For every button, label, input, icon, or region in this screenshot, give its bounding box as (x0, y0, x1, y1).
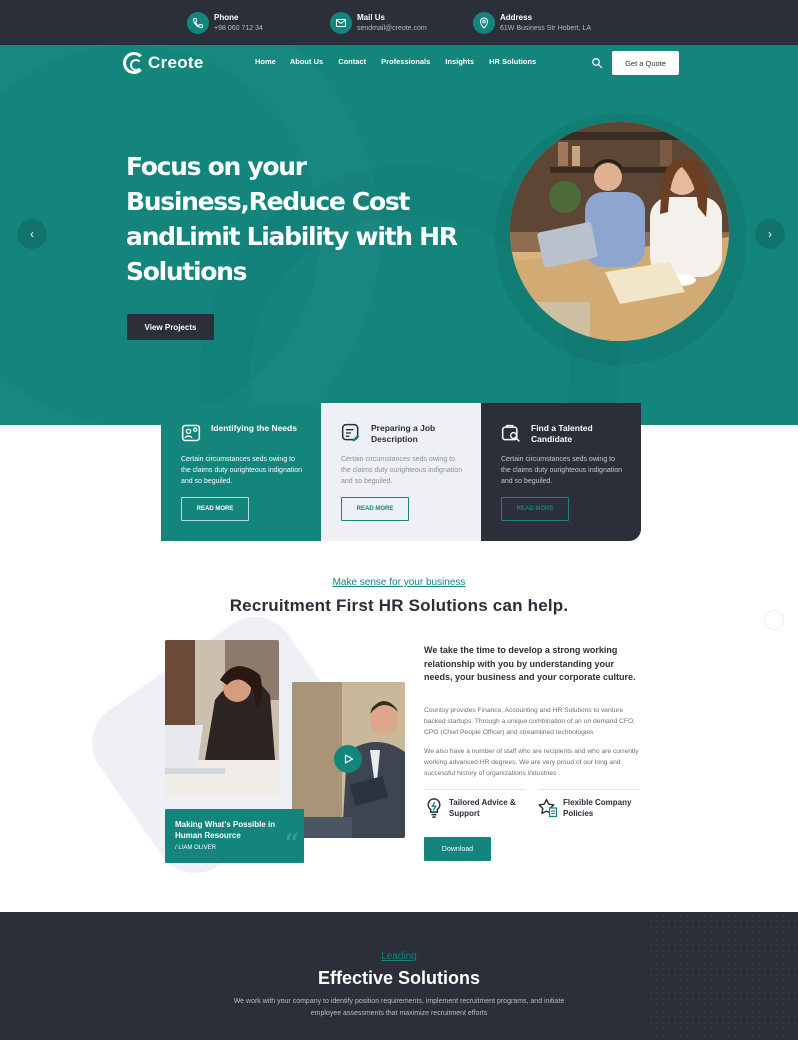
job-description-icon (341, 423, 360, 442)
phone-info[interactable]: Phone +98 060 712 34 (187, 11, 263, 35)
main-nav: Home About Us Contact Professionals Insi… (255, 57, 551, 66)
card-title: Find a Talented Candidate (531, 423, 593, 444)
mail-value: sendmail@creote.com (357, 25, 427, 32)
hero-photo (510, 122, 729, 341)
feature-flexible-policies: Flexible Company Policies (538, 797, 646, 819)
about-paragraph-2: We also have a number of staff who are r… (424, 748, 639, 777)
play-icon (344, 754, 354, 764)
read-more-button[interactable]: READ MORE (181, 497, 249, 521)
feature-label: Tailored Advice & Support (449, 798, 516, 818)
view-projects-button[interactable]: View Projects (127, 314, 214, 340)
get-quote-button[interactable]: Get a Quote (612, 51, 679, 75)
solutions-subtitle[interactable]: Leading (0, 951, 798, 962)
logo-text: Creote (148, 53, 204, 72)
card-find-candidate[interactable]: Find a Talented Candidate Certain circum… (481, 403, 641, 541)
star-document-icon (538, 798, 558, 818)
testimonial-card: Making What's Possible in Human Resource… (165, 809, 304, 863)
page: Phone +98 060 712 34 Mail Us sendmail@cr… (0, 0, 798, 1040)
logo-mark-icon (123, 52, 145, 74)
section-subtitle[interactable]: Make sense for your business (0, 577, 798, 588)
section-title: Recruitment First HR Solutions can help. (229, 596, 569, 615)
divider (424, 789, 526, 790)
solutions-section: Leading Effective Solutions We work with… (0, 912, 798, 1040)
mail-label: Mail Us (357, 13, 386, 22)
mail-icon (330, 12, 352, 34)
about-paragraph-1: Countsy provides Finance, Accounting and… (424, 707, 636, 736)
slider-next-button[interactable]: › (755, 219, 785, 249)
about-lead-text: We take the time to develop a strong wor… (424, 645, 636, 682)
card-description: Certain circumstances seds owing to the … (341, 456, 463, 485)
nav-home[interactable]: Home (255, 57, 276, 66)
candidate-search-icon (501, 424, 520, 442)
slider-prev-button[interactable]: ‹ (17, 219, 47, 249)
card-title: Preparing a Job Description (371, 423, 436, 444)
feature-label: Flexible Company Policies (563, 798, 632, 818)
play-video-button[interactable] (334, 745, 362, 773)
testimonial-title: Making What's Possible in Human Resource (175, 820, 276, 840)
logo[interactable]: Creote (123, 52, 204, 74)
solutions-title: Effective Solutions (317, 968, 481, 988)
nav-hr-solutions[interactable]: HR Solutions (489, 57, 536, 66)
read-more-button[interactable]: READ MORE (341, 497, 409, 521)
nav-insights[interactable]: Insights (445, 57, 474, 66)
card-description: Certain circumstances seds owing to the … (181, 456, 303, 485)
chevron-right-icon: › (768, 227, 772, 241)
phone-icon (187, 12, 209, 34)
chevron-left-icon: ‹ (30, 227, 34, 241)
nav-contact[interactable]: Contact (338, 57, 366, 66)
mail-info[interactable]: Mail Us sendmail@creote.com (330, 11, 427, 35)
nav-professionals[interactable]: Professionals (381, 57, 430, 66)
woman-laptop-illustration (165, 640, 279, 796)
address-info[interactable]: Address 61W Business Str Hobert, LA (473, 11, 591, 35)
top-info-bar: Phone +98 060 712 34 Mail Us sendmail@cr… (0, 0, 798, 45)
address-label: Address (500, 13, 533, 22)
hero-section: Creote Home About Us Contact Professiona… (0, 45, 798, 425)
search-icon[interactable] (591, 57, 603, 69)
download-button[interactable]: Download (424, 837, 491, 861)
quote-mark-icon: “ (283, 828, 299, 863)
phone-label: Phone (214, 13, 239, 22)
woman-laptop-photo (165, 640, 279, 796)
card-identifying-needs[interactable]: Identifying the Needs Certain circumstan… (161, 403, 321, 541)
card-job-description[interactable]: Preparing a Job Description Certain circ… (321, 403, 481, 541)
scroll-indicator[interactable] (764, 610, 784, 630)
feature-tailored-advice: Tailored Advice & Support (424, 797, 532, 819)
read-more-button[interactable]: READ MORE (501, 497, 569, 521)
lightbulb-icon (427, 798, 441, 818)
phone-value: +98 060 712 34 (214, 25, 263, 32)
location-pin-icon (473, 12, 495, 34)
office-meeting-illustration (510, 122, 729, 341)
card-title: Identifying the Needs (211, 423, 297, 433)
solutions-description: We work with your company to identify po… (233, 998, 565, 1017)
testimonial-author: / LIAM OLIVER (175, 845, 217, 851)
hero-headline: Focus on your Business,Reduce Cost andLi… (126, 152, 458, 286)
feature-cards: Identifying the Needs Certain circumstan… (161, 403, 641, 541)
nav-about-us[interactable]: About Us (290, 57, 323, 66)
card-description: Certain circumstances seds owing to the … (501, 456, 623, 485)
divider (538, 789, 640, 790)
address-value: 61W Business Str Hobert, LA (500, 25, 592, 32)
needs-icon (181, 424, 201, 442)
